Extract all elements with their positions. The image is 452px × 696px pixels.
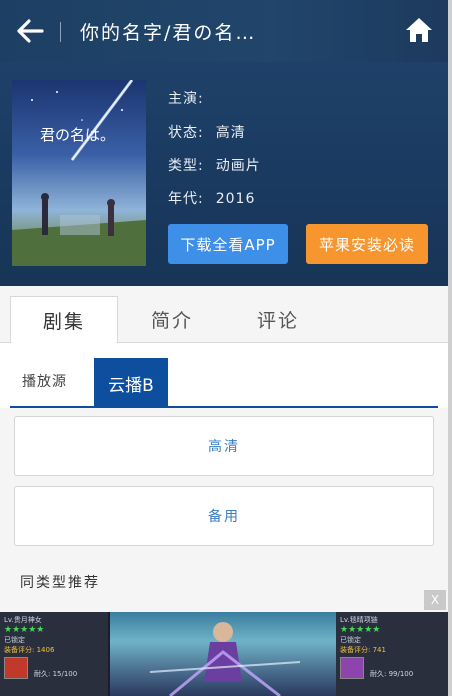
tab-bar: 剧集 简介 评论 [0, 286, 452, 344]
ad-right-durability: 耐久: 99/100 [370, 670, 414, 678]
game-character-art [149, 622, 301, 696]
star-rating-icon: ★★★★★ [340, 625, 381, 635]
ad-left-durability: 耐久: 15/100 [34, 670, 78, 678]
apple-guide-button[interactable]: 苹果安装必读 [306, 224, 428, 264]
poster-art [12, 80, 146, 266]
star-rating-icon: ★★★★★ [4, 625, 45, 635]
source-label: 播放源 [22, 374, 67, 390]
ad-game-scene [110, 612, 336, 696]
home-icon[interactable] [404, 16, 434, 44]
info-row-genre: 类型: 动画片 [168, 155, 261, 175]
ad-left-name: Lv.贵月神女 [4, 616, 42, 624]
genre-label: 类型: [168, 158, 204, 174]
back-arrow-icon[interactable] [16, 18, 44, 44]
year-value: 2016 [215, 191, 256, 207]
episode-backup-button[interactable]: 备用 [14, 486, 434, 546]
source-bar: 播放源 云播B [0, 343, 452, 409]
ad-left-score: 装备评分: 1406 [4, 646, 55, 654]
genre-value: 动画片 [215, 158, 261, 174]
status-value: 高清 [215, 125, 246, 141]
header-divider [60, 22, 61, 42]
poster-title: 君の名は。 [40, 126, 116, 144]
episode-list: 高清 备用 同类型推荐 [0, 408, 452, 612]
recommend-section-title: 同类型推荐 [20, 575, 100, 591]
ad-right-tag: 已锁定 [340, 636, 361, 644]
ad-left-card: Lv.贵月神女 ★★★★★ 已锁定 装备评分: 1406 耐久: 15/100 [0, 612, 108, 696]
tab-comments[interactable]: 评论 [228, 296, 328, 342]
tab-synopsis[interactable]: 简介 [122, 296, 222, 342]
game-ad-banner[interactable]: Lv.贵月神女 ★★★★★ 已锁定 装备评分: 1406 耐久: 15/100 … [0, 612, 448, 696]
info-row-status: 状态: 高清 [168, 122, 246, 142]
top-bar: 你的名字/君の名… [0, 0, 452, 62]
source-tab-cloud-b[interactable]: 云播B [94, 358, 168, 408]
page-title: 你的名字/君の名… [80, 22, 257, 44]
ad-right-card: Lv.毯晴项链 ★★★★★ 已锁定 装备评分: 741 耐久: 99/100 [336, 612, 448, 696]
status-label: 状态: [168, 125, 204, 141]
info-row-cast: 主演: [168, 88, 216, 108]
movie-hero: 君の名は。 主演: 状态: 高清 类型: 动画片 年代: 2016 下载全看APP 苹… [0, 62, 452, 286]
ad-right-score: 装备评分: 741 [340, 646, 386, 654]
cast-label: 主演: [168, 91, 204, 107]
scroll-edge [448, 0, 452, 696]
info-row-year: 年代: 2016 [168, 188, 255, 208]
episode-hd-button[interactable]: 高清 [14, 416, 434, 476]
ad-left-tag: 已锁定 [4, 636, 25, 644]
movie-poster[interactable]: 君の名は。 [12, 80, 146, 266]
ad-right-name: Lv.毯晴项链 [340, 616, 378, 624]
tab-episodes[interactable]: 剧集 [10, 296, 118, 344]
download-app-button[interactable]: 下载全看APP [168, 224, 288, 264]
year-label: 年代: [168, 191, 204, 207]
ad-close-button[interactable]: X [424, 590, 446, 610]
